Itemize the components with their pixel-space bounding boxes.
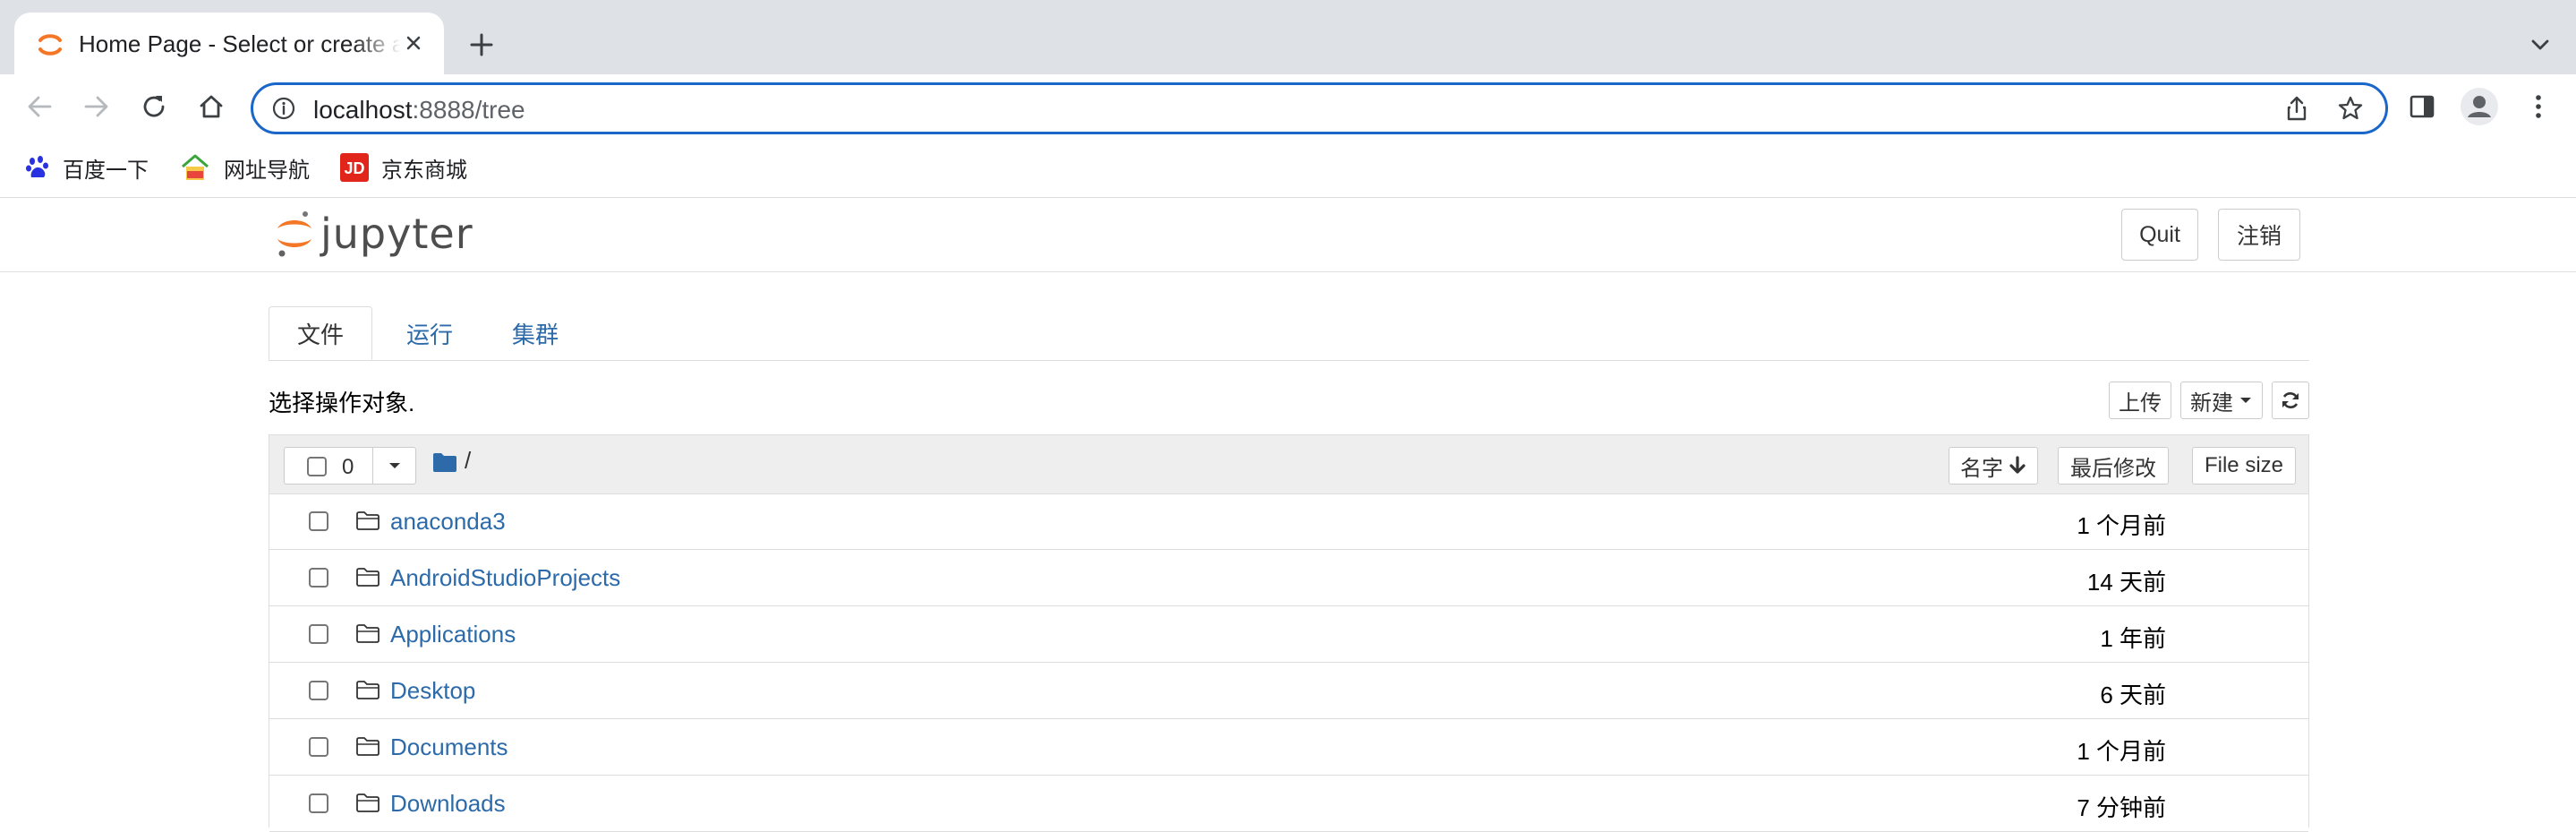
folder-icon [356,624,380,643]
item-modified-time: 1 个月前 [2077,738,2166,765]
jupyter-tab-bar: 文件 运行 集群 [269,306,2309,361]
browser-tab-strip: Home Page - Select or create a notebook [0,0,2576,74]
item-name-link[interactable]: AndroidStudioProjects [390,564,620,592]
2345-house-icon [182,154,209,180]
jupyter-logo[interactable]: jupyter [274,207,473,261]
jupyter-wordmark: jupyter [320,210,473,258]
file-list-item[interactable]: anaconda3 1 个月前 [269,493,2308,550]
url-host: localhost [313,96,413,124]
file-list-item[interactable]: Downloads 7 分钟前 [269,776,2308,832]
browser-toolbar: localhost:8888/tree [0,74,2576,139]
caret-down-icon [389,463,400,468]
file-list-item[interactable]: Desktop 6 天前 [269,663,2308,719]
item-checkbox[interactable] [309,737,328,757]
upload-button[interactable]: 上传 [2109,382,2171,419]
bookmark-jd-label: 京东商城 [381,158,467,183]
url-text[interactable]: localhost:8888/tree [313,96,525,124]
item-checkbox[interactable] [309,511,328,531]
item-name-link[interactable]: Downloads [390,790,506,818]
folder-solid-icon [433,453,456,472]
select-all-group: 0 [284,447,416,485]
new-dropdown-button[interactable]: 新建 [2180,382,2263,419]
bookmark-jd[interactable]: JD 京东商城 [340,151,467,184]
tab-clusters[interactable]: 集群 [490,306,580,360]
item-checkbox[interactable] [309,624,328,644]
sort-file-size-button[interactable]: File size [2192,447,2296,485]
tab-search-chevron-down-icon[interactable] [2526,30,2555,59]
item-name-link[interactable]: anaconda3 [390,508,506,536]
browser-tab[interactable]: Home Page - Select or create a notebook [14,13,444,74]
jupyter-logo-icon [277,211,311,257]
folder-icon [356,793,380,812]
bookmark-2345-label: 网址导航 [224,158,310,183]
item-modified-time: 1 年前 [2100,625,2166,652]
close-tab-icon[interactable] [399,29,428,57]
jd-logo-icon: JD [340,153,369,182]
site-info-icon[interactable] [271,96,296,121]
new-tab-icon[interactable] [465,29,498,61]
item-checkbox[interactable] [309,568,328,588]
bookmark-baidu-label: 百度一下 [63,158,149,183]
share-icon[interactable] [2282,94,2311,123]
item-modified-time: 7 分钟前 [2077,794,2166,821]
baidu-paw-icon [26,156,48,177]
folder-icon [356,511,380,530]
url-path: :8888/tree [412,96,525,124]
tab-running[interactable]: 运行 [385,306,474,360]
bookmark-2345[interactable]: 网址导航 [179,151,310,184]
sort-name-label: 名字 [1960,456,2003,481]
jupyter-header: jupyter Quit 注销 [0,198,2576,272]
new-button-label: 新建 [2190,390,2233,416]
back-arrow-icon[interactable] [23,90,55,123]
folder-icon [356,737,380,756]
bookmark-baidu[interactable]: 百度一下 [25,151,149,184]
side-panel-icon[interactable] [2406,90,2438,123]
file-list-item[interactable]: AndroidStudioProjects 14 天前 [269,550,2308,606]
item-modified-time: 14 天前 [2086,569,2166,596]
quit-button[interactable]: Quit [2121,209,2198,261]
svg-text:JD: JD [344,159,364,177]
home-icon[interactable] [195,90,227,123]
file-list-header: 0 / 名字 最后修改 File size [269,435,2308,494]
refresh-icon [2282,392,2299,408]
browser-tab-title: Home Page - Select or create a notebook [79,30,401,57]
breadcrumb-root[interactable]: / [465,447,471,475]
selected-count: 0 [342,455,354,479]
folder-icon [356,568,380,587]
select-menu-button[interactable] [372,448,416,484]
file-list-item[interactable]: Documents 1 个月前 [269,719,2308,776]
bookmark-star-icon[interactable] [2336,94,2365,123]
profile-avatar-icon[interactable] [2460,87,2499,126]
refresh-button[interactable] [2272,382,2309,419]
caret-down-icon [2240,398,2251,403]
item-name-link[interactable]: Applications [390,621,516,648]
reload-icon[interactable] [138,90,170,123]
item-name-link[interactable]: Desktop [390,677,475,705]
more-menu-icon[interactable] [2522,90,2555,123]
item-modified-time: 1 个月前 [2077,512,2166,539]
jupyter-favicon-icon [38,34,62,56]
address-bar[interactable]: localhost:8888/tree [251,82,2388,134]
arrow-down-icon [2009,456,2026,474]
item-modified-time: 6 天前 [2100,682,2166,708]
logout-button[interactable]: 注销 [2218,209,2300,261]
tab-files[interactable]: 文件 [269,306,372,360]
sort-name-button[interactable]: 名字 [1949,447,2038,485]
folder-icon [356,681,380,699]
file-list-item[interactable]: Applications 1 年前 [269,606,2308,663]
sort-last-modified-button[interactable]: 最后修改 [2058,447,2169,485]
item-checkbox[interactable] [309,793,328,813]
forward-arrow-icon[interactable] [81,90,113,123]
bookmarks-bar: 百度一下 网址导航 JD 京东商城 [0,139,2576,198]
item-checkbox[interactable] [309,681,328,700]
file-list: 0 / 名字 最后修改 File size anaconda3 1 个月前 Andr… [269,434,2309,832]
item-name-link[interactable]: Documents [390,733,508,761]
select-all-checkbox[interactable] [307,457,327,476]
select-hint: 选择操作对象. [269,390,415,416]
